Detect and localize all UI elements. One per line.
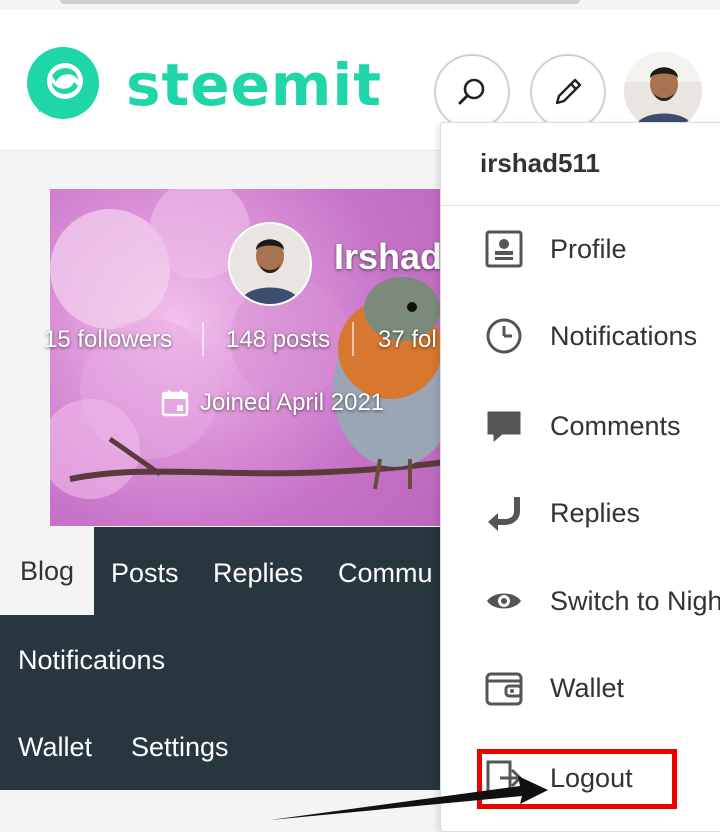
- annotation-arrow-icon: [270, 776, 548, 820]
